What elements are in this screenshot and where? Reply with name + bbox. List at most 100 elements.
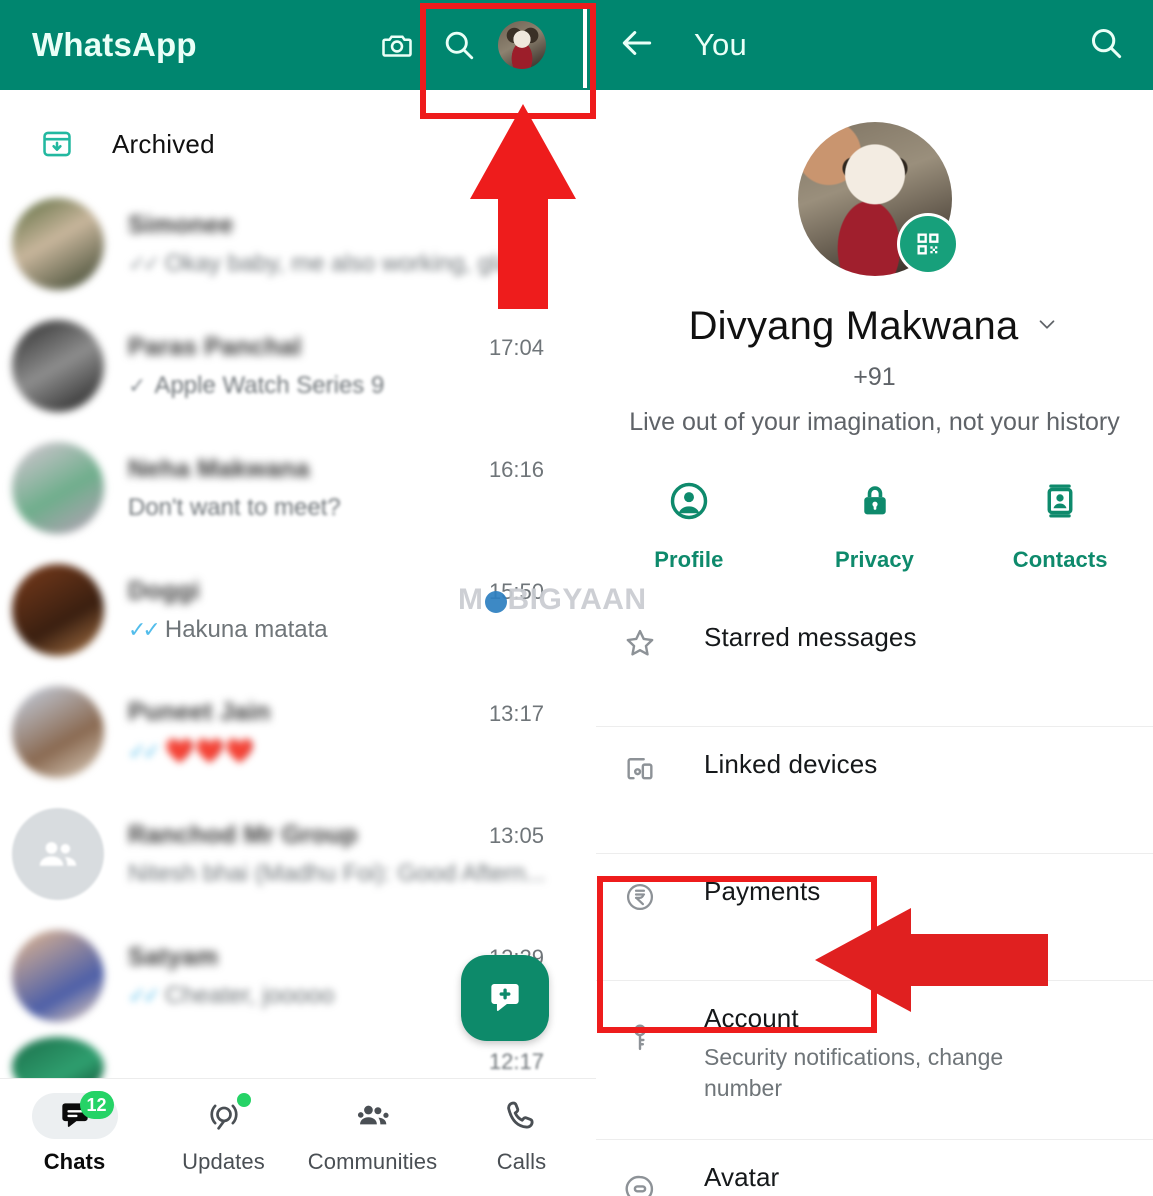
nav-label-chats: Chats (43, 1149, 106, 1174)
settings-item-payments[interactable]: Payments (596, 854, 1153, 980)
bottom-navigation: 12 Chats Updates Communities Calls (0, 1078, 596, 1196)
nav-tab-calls[interactable]: Calls (447, 1093, 596, 1175)
group-avatar-icon (12, 808, 104, 900)
chat-row[interactable]: Simonee ✓✓ Okay baby, me also working, g… (0, 183, 596, 305)
chat-preview-text: Hakuna matata (164, 615, 328, 643)
chat-preview: Don't want to meet? (128, 494, 596, 522)
chat-preview: ✓✓ Okay baby, me also working, glad (128, 250, 596, 278)
chat-preview-text: Okay baby, me also working, glad (164, 249, 524, 277)
quick-action-label: Profile (654, 547, 724, 572)
nav-label-calls: Calls (496, 1149, 547, 1174)
contact-card-icon (1037, 478, 1083, 529)
chat-time: 16:16 (488, 457, 544, 482)
search-icon[interactable] (428, 14, 490, 76)
quick-action-contacts[interactable]: Contacts (967, 478, 1153, 573)
settings-item-title: Avatar (704, 1162, 780, 1192)
chat-row[interactable]: Puneet Jain ✓✓ ❤️❤️❤️ 13:17 (0, 671, 596, 793)
nav-tab-chats[interactable]: 12 Chats (0, 1091, 149, 1175)
calls-icon-wrap (479, 1093, 565, 1139)
settings-item-title: Linked devices (704, 749, 878, 779)
watermark-suffix: BIGYAAN (507, 583, 647, 616)
watermark-o-icon (484, 591, 507, 613)
chats-icon-wrap: 12 (31, 1091, 118, 1139)
settings-item-account[interactable]: Account Security notifications, change n… (596, 981, 1153, 1139)
nav-tab-updates[interactable]: Updates (149, 1093, 298, 1175)
settings-item-avatar[interactable]: Avatar Create, edit, profile photo (596, 1140, 1153, 1196)
read-receipt-icon: ✓✓ (128, 250, 161, 276)
search-icon[interactable] (1087, 24, 1125, 67)
chat-preview-text: Cheater, jooooo (164, 981, 335, 1009)
chats-unread-badge: 12 (79, 1091, 114, 1119)
qr-code-icon[interactable] (899, 216, 956, 272)
settings-app-bar: You (596, 0, 1153, 90)
app-title: WhatsApp (32, 26, 197, 63)
new-chat-icon (491, 984, 519, 1011)
watermark-prefix: M (458, 583, 484, 616)
chat-row[interactable]: Neha Makwana Don't want to meet? 16:16 (0, 427, 596, 549)
chat-preview-text: Don't want to meet? (128, 493, 341, 521)
profile-avatar[interactable] (498, 21, 546, 69)
quick-action-label: Privacy (835, 547, 914, 572)
watermark: M BIGYAAN (458, 583, 647, 617)
communities-icon-wrap (330, 1093, 416, 1139)
nav-label-communities: Communities (307, 1149, 438, 1174)
settings-item-linked-devices[interactable]: Linked devices (596, 727, 1153, 853)
avatar (12, 930, 104, 1022)
updates-icon-wrap (181, 1093, 267, 1139)
avatar (12, 442, 104, 534)
read-receipt-icon: ✓ (128, 372, 147, 398)
profile-name-row[interactable]: Divyang Makwana (596, 304, 1153, 349)
nav-label-updates: Updates (182, 1149, 265, 1174)
read-receipt-icon: ✓✓ (128, 616, 161, 642)
camera-icon[interactable] (366, 14, 428, 76)
quick-action-privacy[interactable]: Privacy (782, 478, 968, 573)
whatsapp-screenshot: WhatsApp Archived Simonee ✓✓ Okay baby, … (0, 0, 1153, 1196)
chat-preview-text: ❤️❤️❤️ (164, 738, 255, 765)
rupee-circle-icon (618, 876, 662, 914)
chat-preview: ✓✓ Hakuna matata (128, 616, 596, 644)
avatar (12, 686, 104, 778)
avatar-face-icon (618, 1162, 662, 1196)
read-receipt-icon: ✓✓ (128, 738, 161, 764)
chat-preview-text: Apple Watch Series 9 (154, 371, 385, 399)
chevron-down-icon[interactable] (1034, 311, 1060, 342)
chat-preview: ✓✓ ❤️❤️❤️ (128, 737, 596, 766)
chat-name: Simonee (128, 210, 234, 239)
star-icon (618, 622, 662, 660)
quick-action-label: Contacts (1012, 547, 1108, 572)
chat-time: 13:17 (488, 701, 544, 726)
chat-preview: Nitesh bhai (Madhu Foi): Good Aftern... (128, 860, 596, 888)
phone-icon (506, 1101, 534, 1129)
quick-action-profile[interactable]: Profile (596, 478, 782, 573)
key-icon (618, 1003, 662, 1055)
profile-photo-wrap[interactable] (797, 122, 956, 276)
chat-time: 12:17 (488, 1049, 544, 1074)
read-receipt-icon: ✓✓ (128, 982, 161, 1008)
settings-item-starred-messages[interactable]: Starred messages (596, 600, 1153, 726)
chats-app-bar: WhatsApp (0, 0, 596, 90)
app-bar-actions (366, 14, 596, 76)
archived-row[interactable]: Archived (0, 115, 596, 173)
avatar (12, 564, 104, 656)
avatar (12, 320, 104, 412)
updates-status-dot (236, 1093, 251, 1107)
archive-box-icon (40, 127, 74, 161)
chat-row[interactable]: Paras Panchal ✓ Apple Watch Series 9 17:… (0, 305, 596, 427)
communities-icon (357, 1105, 389, 1125)
settings-list: Starred messages Linked devices Payments… (596, 600, 1153, 1196)
chat-time: 17:04 (488, 335, 544, 360)
profile-status: Live out of your imagination, not your h… (629, 408, 1120, 436)
chat-time: 13:05 (488, 823, 544, 848)
profile-block: Divyang Makwana +91 Live out of your ima… (596, 90, 1153, 437)
settings-item-title: Starred messages (704, 622, 917, 652)
new-chat-fab[interactable] (461, 955, 549, 1041)
nav-tab-communities[interactable]: Communities (298, 1093, 447, 1175)
avatar (12, 198, 104, 290)
chat-row[interactable]: Ranchod Mr Group Nitesh bhai (Madhu Foi)… (0, 793, 596, 915)
profile-phone: +91 (853, 363, 896, 391)
settings-title: You (694, 27, 747, 62)
back-arrow-icon[interactable] (618, 24, 656, 67)
archived-label: Archived (112, 128, 215, 159)
settings-item-subtitle: Security notifications, change number (704, 1044, 1004, 1102)
chat-preview: ✓ Apple Watch Series 9 (128, 372, 596, 400)
